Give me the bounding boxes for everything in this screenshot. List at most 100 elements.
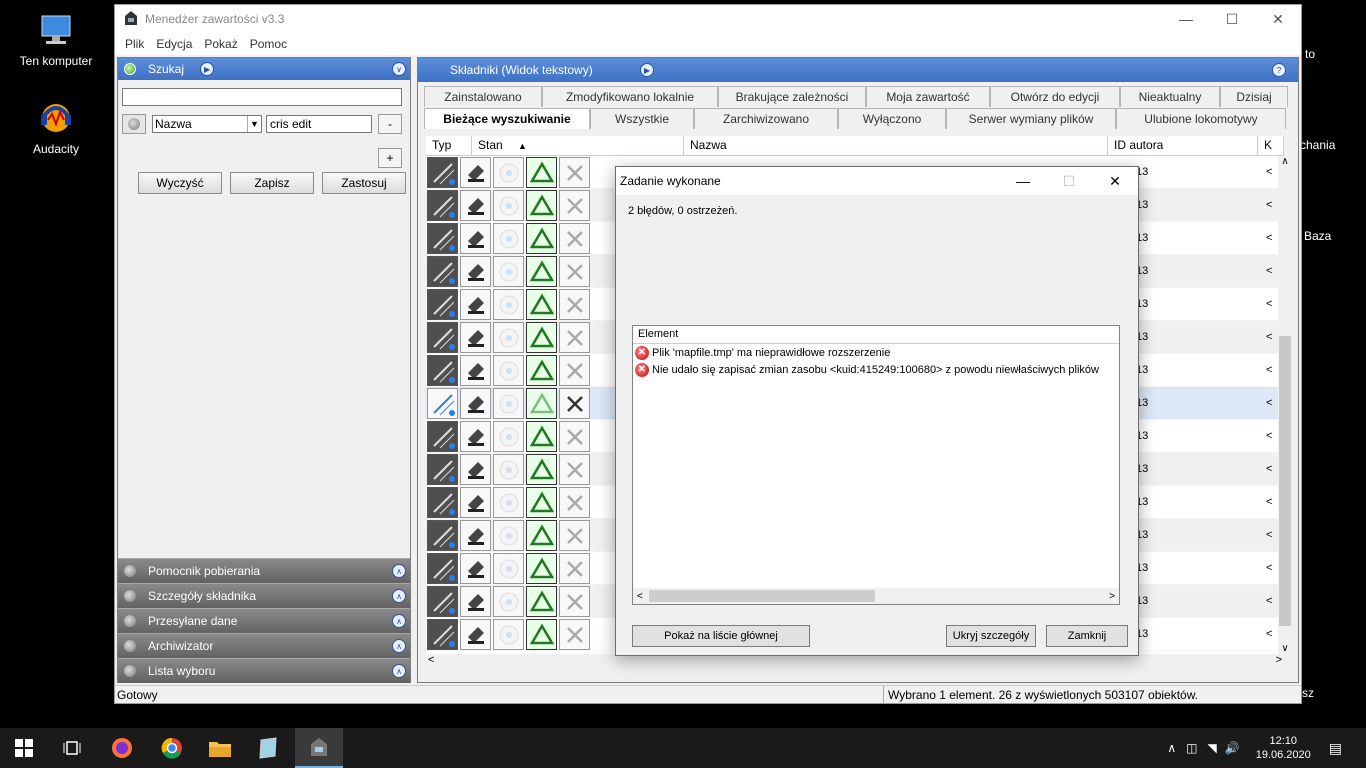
accordion-download-helper[interactable]: Pomocnik pobierania ∧ [118,558,410,583]
error-list[interactable]: Element ✕ Plik 'mapfile.tmp' ma nieprawi… [632,325,1120,605]
tools-icon [559,355,590,386]
tab-file-exchange[interactable]: Serwer wymiany plików [946,108,1116,129]
horizontal-scrollbar[interactable]: < > [426,654,1282,668]
collapse-icon[interactable]: ∨ [392,62,406,76]
tray-expand-icon[interactable]: ∧ [1167,741,1176,755]
scroll-right-icon[interactable]: > [1276,654,1282,666]
local-state-icon [460,454,491,485]
hide-details-button[interactable]: Ukryj szczegóły [946,625,1036,647]
start-button[interactable] [0,728,48,768]
accordion-label: Pomocnik pobierania [148,564,261,578]
app-icon [123,10,139,29]
apply-button[interactable]: Zastosuj [322,172,406,194]
scroll-right-icon[interactable]: > [1109,591,1115,602]
error-item[interactable]: ✕ Nie udało się zapisać zmian zasobu <ku… [633,361,1119,378]
show-in-main-list-button[interactable]: Pokaż na liście głównej [632,625,810,647]
accordion-asset-details[interactable]: Szczegóły składnika ∧ [118,583,410,608]
firefox-taskbar-button[interactable] [98,728,146,768]
error-item[interactable]: ✕ Plik 'mapfile.tmp' ma nieprawidłowe ro… [633,344,1119,361]
accordion-archiver[interactable]: Archiwizator ∧ [118,633,410,658]
chevron-down-icon: ▼ [247,116,261,132]
status-selection: Wybrano 1 element. 26 z wyświetlonych 50… [883,686,1299,704]
tab-outdated[interactable]: Nieaktualny [1120,86,1220,107]
volume-icon[interactable]: 🔊 [1225,741,1240,755]
tab-my-content[interactable]: Moja zawartość [866,86,990,107]
column-author-id[interactable]: ID autora [1108,136,1258,155]
type-icon [427,355,458,386]
column-state[interactable]: Stan ▲ [472,136,684,155]
vertical-scrollbar[interactable]: ∧ ∨ [1278,156,1292,654]
wifi-icon[interactable]: ◥ [1208,741,1217,755]
expand-icon[interactable]: ∧ [392,664,406,678]
tab-all[interactable]: Wszystkie [590,108,694,129]
battery-icon[interactable]: ◫ [1186,741,1197,755]
tab-disabled[interactable]: Wyłączono [838,108,946,129]
status-dot-icon [124,590,136,602]
minimize-button[interactable]: — [1163,5,1209,33]
scroll-thumb[interactable] [649,590,875,602]
filter-toggle-button[interactable] [122,114,146,134]
tab-current-search[interactable]: Bieżące wyszukiwanie [424,108,590,129]
scroll-left-icon[interactable]: < [428,654,434,666]
error-list-header[interactable]: Element [633,326,1119,344]
tab-missing-deps[interactable]: Brakujące zależności [718,86,866,107]
column-k[interactable]: K [1258,136,1284,155]
folder-icon [209,742,231,757]
search-panel-header[interactable]: Szukaj ▶ ∨ [118,58,410,80]
dialog-close-button[interactable]: ✕ [1092,167,1138,195]
grid-header: Typ Stan ▲ Nazwa ID autora K [426,136,1284,156]
tab-installed[interactable]: Zainstalowano [424,86,542,107]
tools-icon [559,454,590,485]
local-state-icon [460,289,491,320]
scroll-left-icon[interactable]: < [637,591,643,602]
explorer-taskbar-button[interactable] [196,728,244,768]
tools-icon [559,190,590,221]
scroll-down-icon[interactable]: ∨ [1278,643,1292,654]
menu-edit[interactable]: Edycja [156,37,192,51]
close-dialog-button[interactable]: Zamknij [1046,625,1128,647]
tab-today[interactable]: Dzisiaj [1220,86,1288,107]
expand-icon[interactable]: ∧ [392,564,406,578]
ok-state-icon [526,355,557,386]
scroll-up-icon[interactable]: ∧ [1278,156,1292,167]
clear-button[interactable]: Wyczyść [138,172,222,194]
filter-field-select[interactable]: Nazwa ▼ [152,115,262,133]
task-view-button[interactable] [48,728,96,768]
type-icon [427,454,458,485]
clock[interactable]: 12:10 19.06.2020 [1256,734,1311,762]
dialog-minimize-button[interactable]: — [1000,167,1046,195]
desktop-icon-this-pc[interactable]: Ten komputer [16,10,96,68]
play-icon[interactable]: ▶ [640,63,654,77]
tab-open-for-edit[interactable]: Otwórz do edycji [990,86,1120,107]
chrome-taskbar-button[interactable] [148,728,196,768]
expand-icon[interactable]: ∧ [392,589,406,603]
menu-help[interactable]: Pomoc [250,37,287,51]
ok-state-icon [526,256,557,287]
notifications-icon[interactable]: ▤ [1329,740,1342,757]
remove-filter-button[interactable]: - [378,114,402,134]
maximize-button[interactable]: ☐ [1209,5,1255,33]
expand-icon[interactable]: ∧ [392,614,406,628]
menu-view[interactable]: Pokaż [204,37,237,51]
help-icon[interactable]: ? [1272,63,1286,77]
scroll-thumb[interactable] [1279,336,1291,626]
save-button[interactable]: Zapisz [230,172,314,194]
accordion-transfers[interactable]: Przesyłane dane ∧ [118,608,410,633]
tab-favourite-locos[interactable]: Ulubione lokomotywy [1116,108,1286,129]
content-manager-taskbar-button[interactable] [295,728,343,768]
tab-archived[interactable]: Zarchiwizowano [694,108,838,129]
tab-modified[interactable]: Zmodyfikowano lokalnie [542,86,718,107]
accordion-picklist[interactable]: Lista wyboru ∧ [118,658,410,683]
filter-value-input[interactable]: cris edit [266,115,372,133]
app-taskbar-button[interactable] [244,728,292,768]
menu-file[interactable]: Plik [125,37,144,51]
search-input[interactable] [122,88,402,106]
play-icon[interactable]: ▶ [200,62,215,76]
add-filter-button[interactable]: + [378,148,402,168]
column-name[interactable]: Nazwa [684,136,1108,155]
column-type[interactable]: Typ [426,136,472,155]
error-list-scrollbar[interactable]: < > [633,588,1119,604]
desktop-icon-audacity[interactable]: Audacity [16,98,96,156]
expand-icon[interactable]: ∧ [392,639,406,653]
close-button[interactable]: ✕ [1255,5,1301,33]
